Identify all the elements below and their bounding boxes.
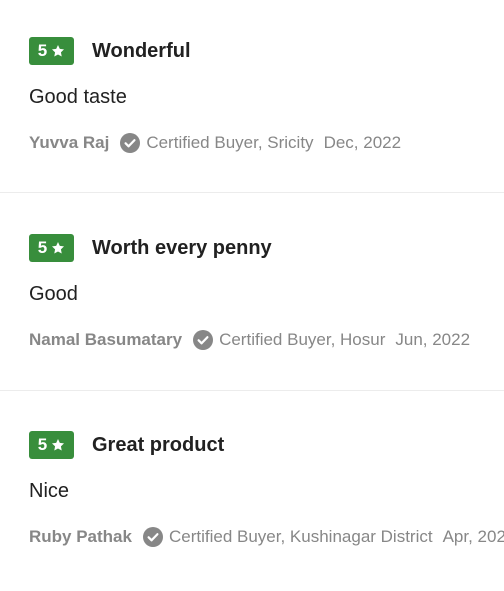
review-date: Dec, 2022 xyxy=(323,133,402,152)
certified-buyer-label: Certified Buyer, Kushinagar District xyxy=(168,527,433,546)
review-meta: Ruby Pathak Certified Buyer, Kushinagar … xyxy=(29,525,504,549)
check-circle-icon xyxy=(142,527,163,547)
review-title: Wonderful xyxy=(92,40,191,62)
review-meta: Namal Basumatary Certified Buyer, Hosur … xyxy=(29,328,470,352)
rating-value: 5 xyxy=(37,435,48,454)
rating-badge: 5 xyxy=(29,37,74,65)
review-card: 5 Wonderful Good taste Yuvva Raj Certifi… xyxy=(0,0,504,197)
rating-badge: 5 xyxy=(29,234,74,262)
reviewer-name: Namal Basumatary xyxy=(29,330,183,349)
review-text: Nice xyxy=(29,480,70,502)
review-card: 5 Great product Nice Ruby Pathak Certifi… xyxy=(0,394,504,591)
review-meta: Yuvva Raj Certified Buyer, Sricity Dec, … xyxy=(29,131,401,155)
review-text: Good xyxy=(29,283,78,305)
reviews-list: 5 Wonderful Good taste Yuvva Raj Certifi… xyxy=(0,0,504,576)
certified-buyer-label: Certified Buyer, Hosur xyxy=(219,330,386,349)
check-circle-icon xyxy=(120,133,141,153)
rating-value: 5 xyxy=(37,41,48,60)
rating-badge: 5 xyxy=(29,431,74,459)
reviewer-name: Yuvva Raj xyxy=(29,133,110,152)
check-circle-icon xyxy=(193,330,214,350)
review-date: Apr, 2022 xyxy=(442,527,504,546)
reviewer-name: Ruby Pathak xyxy=(29,527,132,546)
certified-buyer-label: Certified Buyer, Sricity xyxy=(146,133,314,152)
review-date: Jun, 2022 xyxy=(395,330,471,349)
divider xyxy=(0,390,504,391)
rating-value: 5 xyxy=(37,238,48,257)
star-icon xyxy=(51,44,65,58)
star-icon xyxy=(51,438,65,452)
review-text: Good taste xyxy=(29,86,127,108)
review-title: Worth every penny xyxy=(92,237,272,259)
review-title: Great product xyxy=(92,434,225,456)
star-icon xyxy=(51,241,65,255)
review-card: 5 Worth every penny Good Namal Basumatar… xyxy=(0,197,504,394)
divider xyxy=(0,192,504,193)
